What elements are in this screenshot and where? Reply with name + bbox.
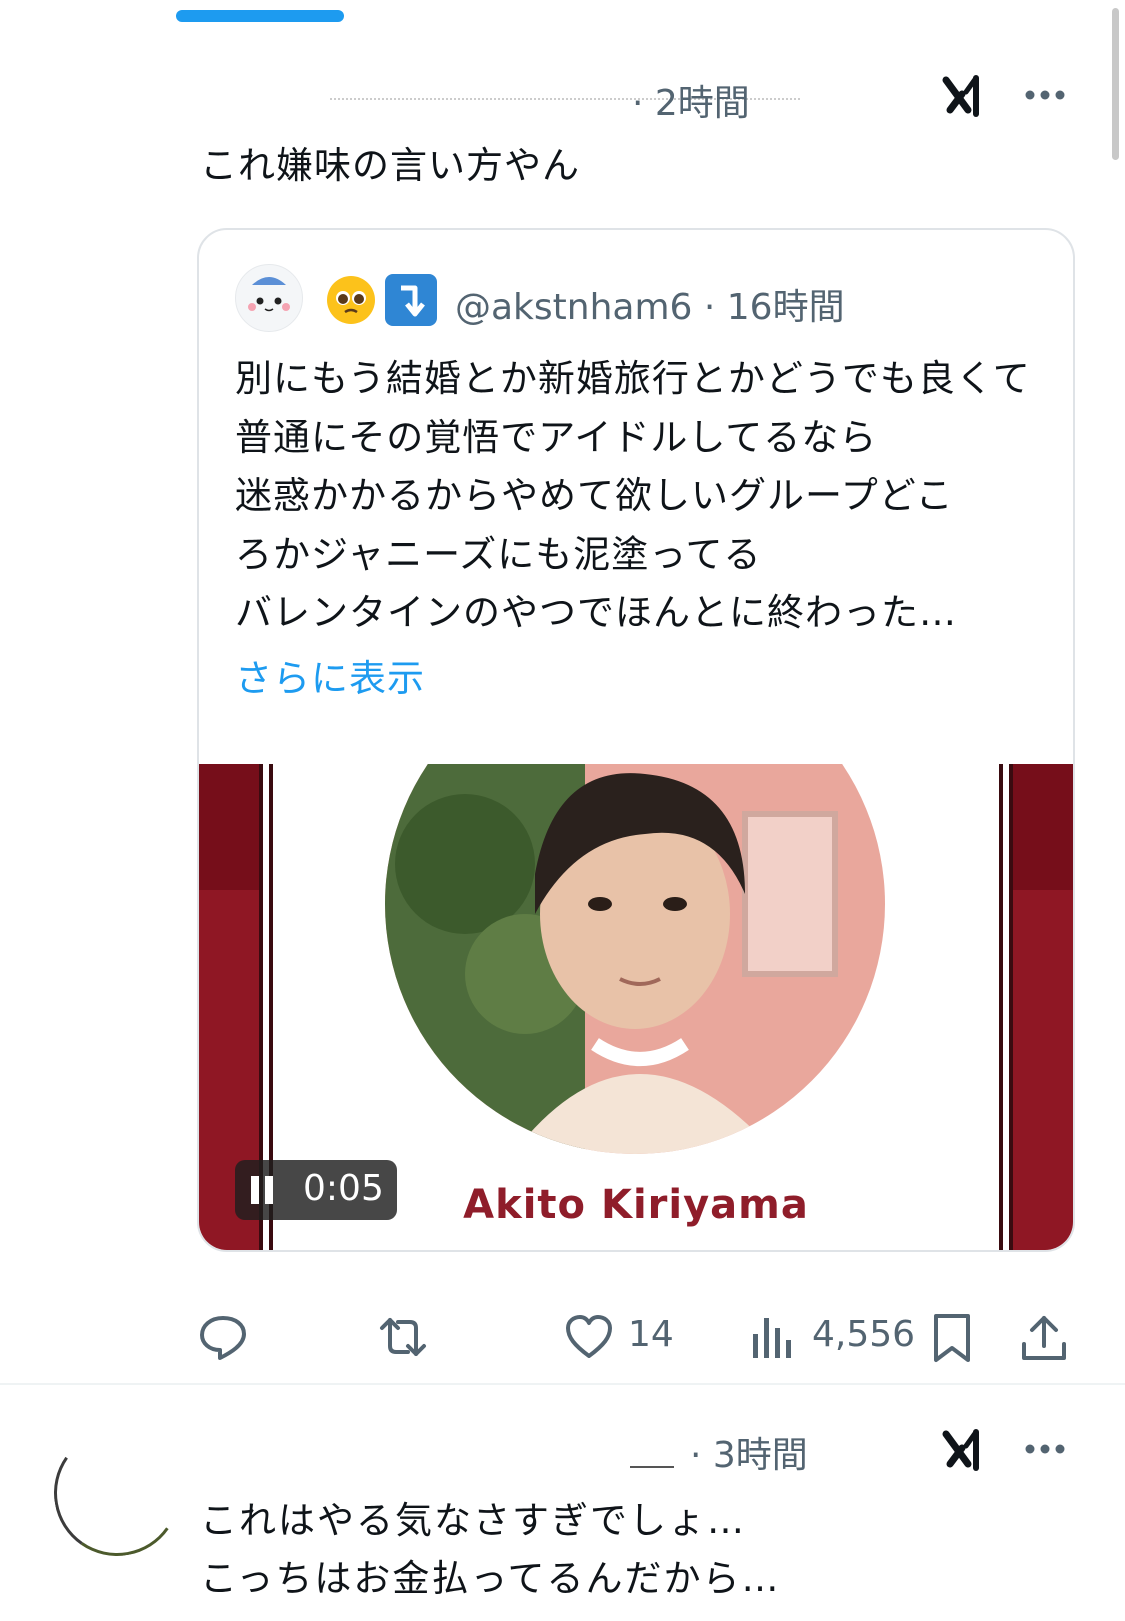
retweet-icon — [380, 1318, 426, 1356]
pause-icon[interactable] — [251, 1176, 275, 1204]
like-count: 14 — [628, 1314, 674, 1355]
grok-icon[interactable] — [940, 70, 990, 120]
tweet-time[interactable]: · 3時間 — [690, 1426, 808, 1478]
tweet-header: · 2時間 — [200, 70, 1100, 130]
media-frame-right — [1013, 764, 1073, 1250]
avatar[interactable] — [44, 1420, 190, 1566]
show-more-link[interactable]: さらに表示 — [235, 648, 425, 702]
bookmark-button[interactable] — [930, 1310, 980, 1366]
more-icon[interactable] — [1020, 70, 1070, 120]
video-time: 0:05 — [303, 1168, 384, 1209]
view-count: 4,556 — [812, 1314, 916, 1355]
tweet[interactable]: · 2時間 これ嫌味の言い方やん @akstnham6 · 16時間 別にもう結… — [0, 40, 1125, 1380]
tab-indicator — [176, 10, 344, 22]
portrait-image — [385, 764, 885, 1154]
divider — [0, 1383, 1125, 1385]
views-icon — [753, 1318, 791, 1358]
quoted-tweet-header: @akstnham6 · 16時間 — [235, 264, 1055, 334]
tweet-text: これ嫌味の言い方やん — [200, 144, 580, 187]
views-button[interactable]: 4,556 — [750, 1310, 920, 1366]
video-media[interactable]: Akito Kiriyama 0:05 — [199, 764, 1073, 1250]
arrow-down-icon — [385, 274, 437, 326]
pleading-face-icon — [327, 276, 375, 324]
retweet-button[interactable] — [376, 1310, 436, 1366]
reply-button[interactable] — [198, 1310, 258, 1366]
share-icon — [1022, 1316, 1066, 1360]
more-icon[interactable] — [1020, 1424, 1070, 1474]
quoted-handle[interactable]: @akstnham6 · 16時間 — [455, 278, 845, 330]
obscured-username — [630, 1466, 674, 1468]
share-button[interactable] — [1020, 1310, 1070, 1366]
tweet-text: これはやる気なさすぎでしょ… こっちはお金払ってるんだから… — [200, 1499, 781, 1600]
action-bar: 14 4,556 — [0, 1310, 1125, 1380]
frame-line — [1009, 764, 1013, 1250]
tweet-time[interactable]: · 2時間 — [632, 74, 750, 126]
like-icon — [566, 1315, 612, 1358]
grok-icon[interactable] — [940, 1424, 990, 1474]
frame-line — [999, 764, 1003, 1250]
quoted-tweet-card[interactable]: @akstnham6 · 16時間 別にもう結婚とか新婚旅行とかどうでも良くて普… — [197, 228, 1075, 1252]
quoted-text: 別にもう結婚とか新婚旅行とかどうでも良くて普通にその覚悟でアイドルしてるなら 迷… — [235, 357, 1031, 634]
bookmark-icon — [934, 1314, 970, 1362]
video-timer[interactable]: 0:05 — [235, 1160, 397, 1220]
avatar[interactable] — [235, 264, 303, 332]
like-button[interactable]: 14 — [564, 1310, 694, 1366]
timeline: · 2時間 これ嫌味の言い方やん @akstnham6 · 16時間 別にもう結… — [0, 0, 1125, 1621]
reply-icon — [200, 1316, 246, 1360]
